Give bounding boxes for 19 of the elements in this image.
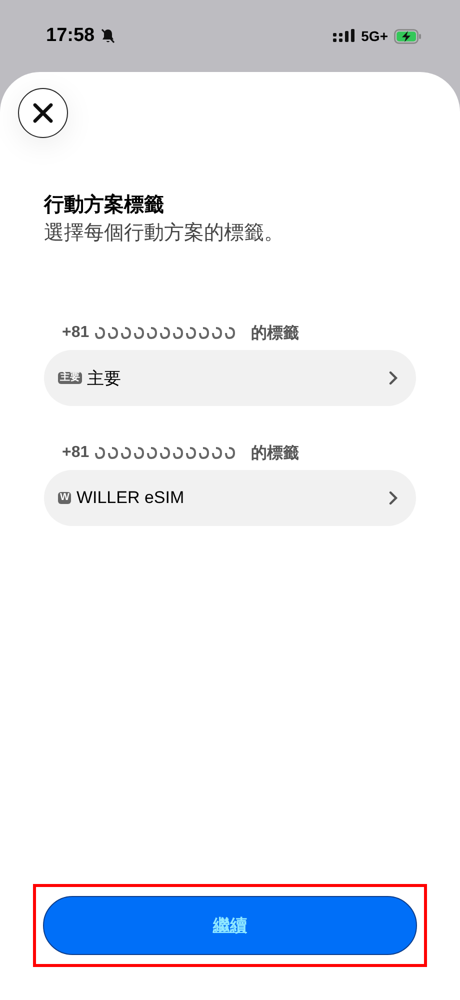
- plan-label-row[interactable]: 主要 主要: [44, 350, 416, 406]
- label-caption: 的標籤: [251, 444, 300, 464]
- network-label: 5G+: [361, 28, 388, 44]
- plan-badge: 主要: [58, 372, 82, 384]
- battery-charging-icon: [394, 28, 422, 44]
- sheet-subtitle: 選擇每個行動方案的標籤。: [44, 221, 285, 246]
- chevron-right-icon: [389, 491, 398, 505]
- line-number-prefix: +81: [62, 444, 90, 462]
- close-button[interactable]: [18, 88, 68, 138]
- signal-icon: [333, 29, 356, 43]
- status-time: 17:58: [46, 25, 95, 47]
- label-caption: 的標籤: [251, 324, 300, 344]
- bell-slash-icon: [100, 28, 116, 44]
- close-icon: [32, 102, 54, 124]
- plan-badge: W: [58, 492, 72, 504]
- plan-label-row[interactable]: W WILLER eSIM: [44, 470, 416, 526]
- chevron-right-icon: [389, 371, 398, 385]
- line-number-prefix: +81: [62, 324, 90, 342]
- sheet-title: 行動方案標籤: [44, 192, 165, 218]
